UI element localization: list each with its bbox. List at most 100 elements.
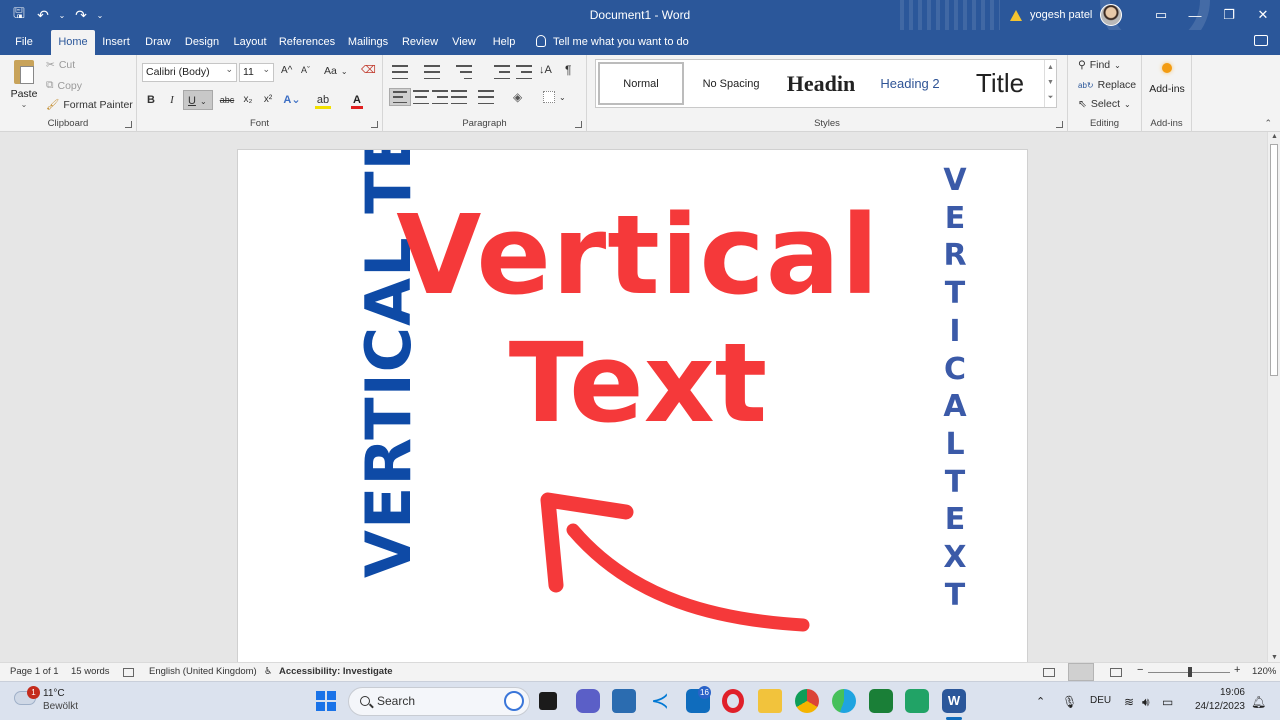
stacked-vertical-text[interactable]: V E R T I C A L T E X T bbox=[938, 162, 972, 614]
volume-icon[interactable]: 🔊︎ bbox=[1142, 695, 1150, 710]
text-effects-icon[interactable]: A⌄ bbox=[281, 90, 303, 110]
proofing-icon[interactable] bbox=[123, 668, 134, 677]
font-launcher-icon[interactable] bbox=[371, 121, 378, 128]
addins-button[interactable]: Add-ins bbox=[1142, 63, 1192, 95]
clock-date[interactable]: 24/12/2023 bbox=[1185, 701, 1245, 712]
vscode-icon[interactable]: ≺ bbox=[648, 689, 672, 713]
tab-insert[interactable]: Insert bbox=[98, 30, 134, 55]
scroll-down-icon[interactable]: ▼ bbox=[1268, 654, 1280, 661]
restore-icon[interactable]: ❐ bbox=[1212, 0, 1246, 30]
tab-mailings[interactable]: Mailings bbox=[343, 30, 393, 55]
justify-icon[interactable] bbox=[448, 88, 470, 106]
word-count[interactable]: 15 words bbox=[71, 666, 110, 677]
zoom-level[interactable]: 120% bbox=[1252, 666, 1276, 677]
tell-me-search[interactable]: Tell me what you want to do bbox=[536, 30, 689, 55]
font-name-select[interactable]: Calibri (Body) bbox=[142, 61, 237, 82]
change-case-button[interactable]: Aa ⌄ bbox=[324, 65, 348, 77]
vertical-scrollbar[interactable]: ▲ ▼ bbox=[1267, 132, 1280, 662]
show-marks-icon[interactable]: ¶ bbox=[565, 63, 571, 77]
strikethrough-button[interactable]: abc bbox=[217, 90, 237, 110]
superscript-button[interactable]: x² bbox=[259, 90, 277, 110]
tab-layout[interactable]: Layout bbox=[229, 30, 271, 55]
styles-gallery-scroll[interactable]: ▲ ▼ ⏷ bbox=[1044, 60, 1056, 107]
multilevel-list-icon[interactable] bbox=[453, 63, 475, 81]
sort-icon[interactable]: ↓A bbox=[539, 64, 552, 76]
font-size-select[interactable]: 11 bbox=[239, 61, 274, 82]
clock-time[interactable]: 19:06 bbox=[1205, 687, 1245, 698]
start-button-icon[interactable] bbox=[316, 691, 336, 711]
copy-button[interactable]: ⧉ Copy bbox=[46, 79, 82, 92]
style-title[interactable]: Title bbox=[956, 62, 1044, 105]
zoom-out-icon[interactable]: − bbox=[1137, 664, 1143, 676]
save-icon[interactable]: 🖫 bbox=[10, 3, 28, 27]
bold-button[interactable]: B bbox=[142, 90, 160, 110]
paragraph-launcher-icon[interactable] bbox=[575, 121, 582, 128]
read-mode-icon[interactable] bbox=[1043, 668, 1055, 677]
cut-button[interactable]: ✂ Cut bbox=[46, 59, 75, 71]
paste-dropdown-icon[interactable]: ⌄ bbox=[8, 100, 40, 109]
accessibility-status[interactable]: Accessibility: Investigate bbox=[279, 666, 393, 677]
highlight-icon[interactable]: ab bbox=[310, 90, 336, 110]
align-left-icon[interactable] bbox=[389, 88, 411, 106]
minimize-icon[interactable]: — bbox=[1178, 0, 1212, 30]
styles-launcher-icon[interactable] bbox=[1056, 121, 1063, 128]
tab-draw[interactable]: Draw bbox=[141, 30, 175, 55]
tab-references[interactable]: References bbox=[278, 30, 336, 55]
user-area[interactable]: yogesh patel bbox=[1010, 0, 1123, 30]
tab-file[interactable]: File bbox=[6, 30, 42, 55]
big-heading-line-2[interactable]: Text bbox=[388, 328, 888, 438]
warning-icon[interactable] bbox=[1010, 9, 1022, 21]
zoom-slider-thumb[interactable] bbox=[1188, 667, 1192, 677]
microphone-icon[interactable]: 🎙︎ bbox=[1062, 695, 1077, 709]
big-heading-line-1[interactable]: Vertical bbox=[388, 200, 888, 310]
paste-button[interactable]: Paste ⌄ bbox=[8, 60, 40, 112]
teams-chat-icon[interactable] bbox=[576, 689, 600, 713]
undo-dropdown-icon[interactable]: ⌄ bbox=[58, 11, 66, 20]
font-color-icon[interactable]: A bbox=[344, 90, 370, 110]
decrease-indent-icon[interactable] bbox=[491, 63, 513, 81]
weather-desc[interactable]: Bewölkt bbox=[43, 701, 78, 712]
weather-temp[interactable]: 11°C bbox=[43, 688, 65, 699]
store-icon[interactable] bbox=[612, 689, 636, 713]
opera-icon[interactable] bbox=[722, 689, 744, 713]
tab-review[interactable]: Review bbox=[399, 30, 441, 55]
tab-help[interactable]: Help bbox=[488, 30, 520, 55]
style-heading-1[interactable]: Headin bbox=[776, 62, 866, 105]
notification-bell-icon[interactable]: 🔔︎ bbox=[1251, 695, 1266, 709]
document-page[interactable]: VERTICAL TEXT Vertical Text V E R T I C … bbox=[237, 149, 1028, 662]
borders-icon[interactable]: ⌄ bbox=[543, 91, 566, 103]
redo-icon[interactable]: ↷ bbox=[72, 7, 90, 24]
replace-button[interactable]: ab↻ Replace bbox=[1078, 79, 1136, 91]
excel-like-icon[interactable] bbox=[905, 689, 929, 713]
line-spacing-icon[interactable] bbox=[475, 88, 497, 106]
style-normal[interactable]: Normal bbox=[598, 62, 684, 105]
subscript-button[interactable]: x₂ bbox=[239, 90, 257, 110]
document-area[interactable]: VERTICAL TEXT Vertical Text V E R T I C … bbox=[0, 132, 1267, 662]
undo-icon[interactable]: ↶ bbox=[34, 7, 52, 24]
underline-button[interactable]: U ⌄ bbox=[183, 90, 213, 110]
grow-font-button[interactable]: A^ bbox=[281, 65, 292, 76]
bullets-icon[interactable] bbox=[389, 63, 411, 81]
language-status[interactable]: English (United Kingdom) bbox=[149, 666, 257, 677]
web-layout-icon[interactable] bbox=[1110, 668, 1122, 677]
avatar[interactable] bbox=[1100, 4, 1123, 26]
keyboard-language[interactable]: DEU bbox=[1090, 695, 1111, 706]
comments-icon[interactable] bbox=[1254, 35, 1268, 46]
user-name[interactable]: yogesh patel bbox=[1030, 9, 1092, 21]
print-layout-icon[interactable] bbox=[1068, 663, 1094, 681]
collapse-ribbon-icon[interactable]: ⌃ bbox=[1264, 118, 1272, 129]
italic-button[interactable]: I bbox=[163, 90, 181, 110]
find-button[interactable]: ⚲ Find ⌄ bbox=[1078, 59, 1121, 71]
ribbon-display-options-icon[interactable]: ▭ bbox=[1144, 0, 1178, 30]
file-explorer-icon[interactable] bbox=[758, 689, 782, 713]
zoom-in-icon[interactable]: + bbox=[1234, 664, 1240, 676]
increase-indent-icon[interactable] bbox=[513, 63, 535, 81]
word-app-icon[interactable]: W bbox=[942, 689, 966, 713]
scroll-up-icon[interactable]: ▲ bbox=[1268, 133, 1280, 140]
battery-icon[interactable]: ▭ bbox=[1162, 695, 1173, 709]
tab-view[interactable]: View bbox=[448, 30, 480, 55]
tab-home[interactable]: Home bbox=[51, 30, 95, 55]
bing-icon[interactable] bbox=[504, 691, 524, 711]
clipboard-launcher-icon[interactable] bbox=[125, 121, 132, 128]
page-count[interactable]: Page 1 of 1 bbox=[10, 666, 59, 677]
